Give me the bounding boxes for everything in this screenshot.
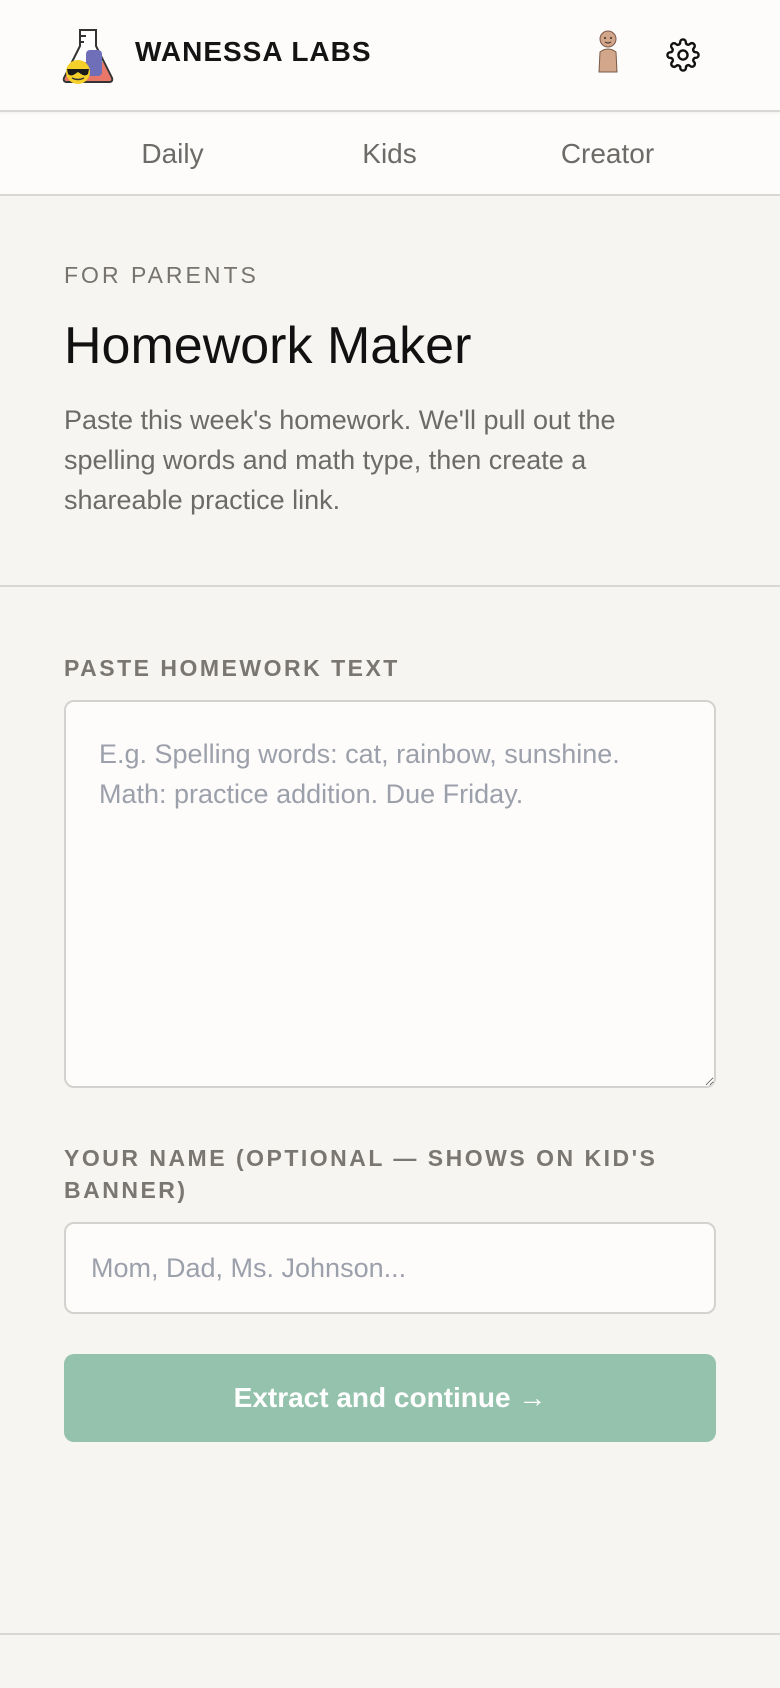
footer-divider xyxy=(0,1633,780,1635)
section-divider xyxy=(0,585,780,587)
nav-item-daily[interactable]: Daily xyxy=(64,114,281,194)
homework-text-label: PASTE HOMEWORK TEXT xyxy=(64,655,400,681)
extract-continue-button[interactable]: Extract and continue → xyxy=(64,1354,716,1442)
gear-icon[interactable] xyxy=(666,38,700,72)
eyebrow-label: FOR PARENTS xyxy=(64,262,259,288)
page-title: Homework Maker xyxy=(64,317,472,375)
app-header: WANESSA LABS xyxy=(0,0,780,112)
nav-item-creator[interactable]: Creator xyxy=(499,114,716,194)
main-nav: Daily Kids Creator xyxy=(0,114,780,196)
nav-item-kids[interactable]: Kids xyxy=(281,114,498,194)
homework-textarea[interactable] xyxy=(64,700,716,1088)
flask-logo-icon[interactable] xyxy=(60,26,116,84)
name-input[interactable] xyxy=(64,1222,716,1314)
brand-name[interactable]: WANESSA LABS xyxy=(135,36,372,68)
page-description: Paste this week's homework. We'll pull o… xyxy=(64,405,616,515)
name-field-label: YOUR NAME (OPTIONAL — SHOWS ON KID'S BAN… xyxy=(64,1145,658,1203)
person-avatar-icon[interactable] xyxy=(593,30,623,74)
